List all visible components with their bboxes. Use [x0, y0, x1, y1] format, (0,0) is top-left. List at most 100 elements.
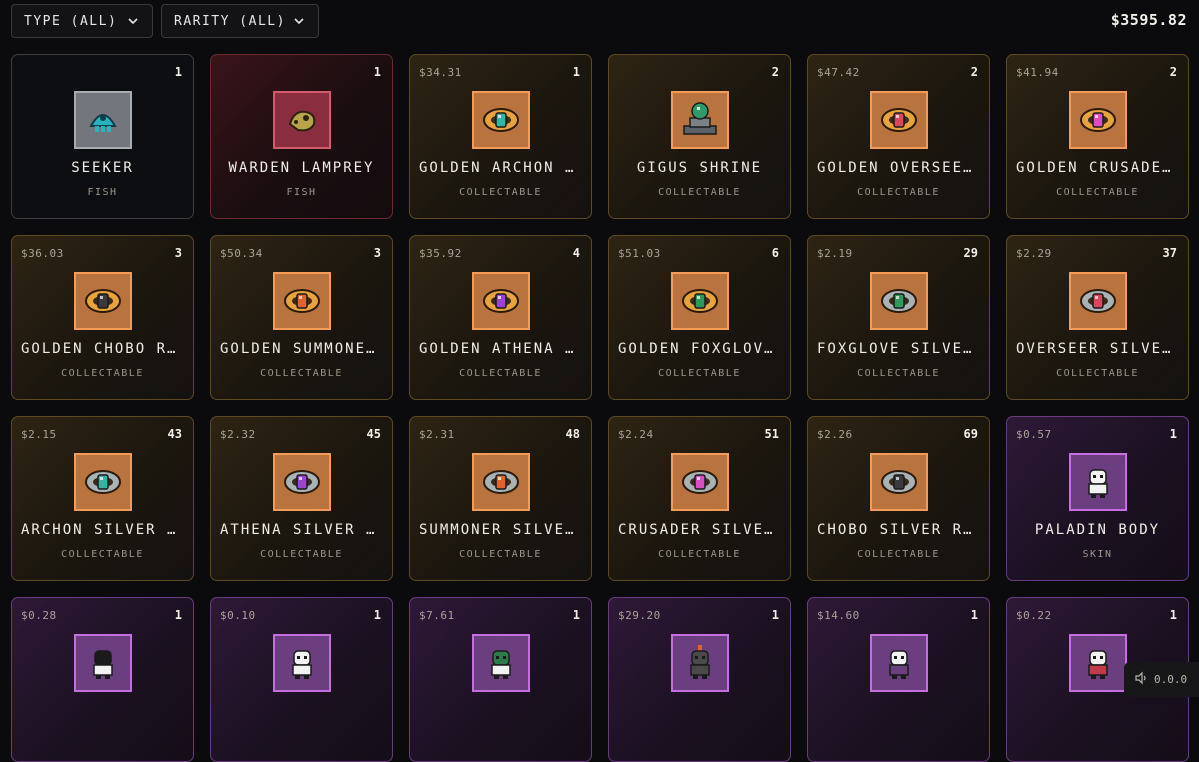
- silver-ring-icon: [472, 453, 530, 511]
- item-quantity: 2: [771, 65, 779, 79]
- item-quantity: 1: [1169, 427, 1177, 441]
- inventory-card[interactable]: $0.57 1 PALADIN BODY SKIN: [1006, 416, 1189, 581]
- item-price: $50.34: [220, 247, 263, 260]
- inventory-card[interactable]: $47.42 2 GOLDEN OVERSEER… COLLECTABLE: [807, 54, 990, 219]
- item-price: $2.15: [21, 428, 57, 441]
- inventory-card[interactable]: $35.92 4 GOLDEN ATHENA R… COLLECTABLE: [409, 235, 592, 400]
- item-quantity: 45: [366, 427, 381, 441]
- item-type: COLLECTABLE: [459, 187, 542, 198]
- type-filter-label: TYPE (ALL): [24, 13, 118, 29]
- golden-ring-icon: [870, 91, 928, 149]
- item-price: $7.61: [419, 609, 455, 622]
- inventory-card[interactable]: $2.32 45 ATHENA SILVER R… COLLECTABLE: [210, 416, 393, 581]
- inventory-card[interactable]: 2 GIGUS SHRINE COLLECTABLE: [608, 54, 791, 219]
- golden-ring-icon: [1069, 91, 1127, 149]
- skin-figure-icon: [671, 634, 729, 692]
- item-name: GOLDEN ATHENA R…: [419, 341, 582, 357]
- item-price: $2.24: [618, 428, 654, 441]
- item-name: GOLDEN OVERSEER…: [817, 160, 980, 176]
- item-price: $47.42: [817, 66, 860, 79]
- skin-figure-icon: [74, 634, 132, 692]
- inventory-card[interactable]: $41.94 2 GOLDEN CRUSADER… COLLECTABLE: [1006, 54, 1189, 219]
- wallet-balance: $3595.82: [1110, 11, 1187, 29]
- item-quantity: 1: [373, 608, 381, 622]
- item-name: ATHENA SILVER R…: [220, 522, 383, 538]
- item-quantity: 69: [963, 427, 978, 441]
- silver-ring-icon: [273, 453, 331, 511]
- chevron-down-icon: [292, 14, 306, 28]
- inventory-card[interactable]: $14.60 1: [807, 597, 990, 762]
- item-name: GIGUS SHRINE: [636, 160, 763, 176]
- inventory-card[interactable]: $2.31 48 SUMMONER SILVER… COLLECTABLE: [409, 416, 592, 581]
- inventory-card[interactable]: $2.26 69 CHOBO SILVER RI… COLLECTABLE: [807, 416, 990, 581]
- item-price: $29.20: [618, 609, 661, 622]
- chevron-down-icon: [126, 14, 140, 28]
- item-name: SEEKER: [71, 160, 134, 176]
- item-price: $35.92: [419, 247, 462, 260]
- inventory-card[interactable]: $50.34 3 GOLDEN SUMMONER… COLLECTABLE: [210, 235, 393, 400]
- inventory-card[interactable]: $0.28 1: [11, 597, 194, 762]
- inventory-card[interactable]: $2.15 43 ARCHON SILVER R… COLLECTABLE: [11, 416, 194, 581]
- silver-ring-icon: [671, 453, 729, 511]
- rarity-filter-label: RARITY (ALL): [174, 13, 286, 29]
- item-type: FISH: [286, 187, 317, 198]
- item-name: FOXGLOVE SILVER…: [817, 341, 980, 357]
- inventory-card[interactable]: $7.61 1: [409, 597, 592, 762]
- skin-figure-icon: [1069, 634, 1127, 692]
- item-name: GOLDEN FOXGLOVE…: [618, 341, 781, 357]
- item-price: $0.28: [21, 609, 57, 622]
- item-quantity: 1: [373, 65, 381, 79]
- inventory-card[interactable]: $2.24 51 CRUSADER SILVER… COLLECTABLE: [608, 416, 791, 581]
- inventory-card[interactable]: $34.31 1 GOLDEN ARCHON R… COLLECTABLE: [409, 54, 592, 219]
- lamprey-fish-icon: [273, 91, 331, 149]
- item-name: CHOBO SILVER RI…: [817, 522, 980, 538]
- item-name: GOLDEN SUMMONER…: [220, 341, 383, 357]
- item-price: $2.19: [817, 247, 853, 260]
- item-quantity: 37: [1162, 246, 1177, 260]
- item-quantity: 1: [572, 608, 580, 622]
- silver-ring-icon: [870, 453, 928, 511]
- inventory-card[interactable]: $29.20 1: [608, 597, 791, 762]
- item-name: OVERSEER SILVER…: [1016, 341, 1179, 357]
- item-type: COLLECTABLE: [1056, 368, 1139, 379]
- item-type: COLLECTABLE: [459, 368, 542, 379]
- inventory-card[interactable]: $36.03 3 GOLDEN CHOBO RI… COLLECTABLE: [11, 235, 194, 400]
- item-quantity: 1: [572, 65, 580, 79]
- volume-value: 0.0.0: [1154, 673, 1188, 686]
- item-name: GOLDEN CRUSADER…: [1016, 160, 1179, 176]
- item-quantity: 1: [174, 65, 182, 79]
- item-price: $0.10: [220, 609, 256, 622]
- item-quantity: 2: [1169, 65, 1177, 79]
- type-filter-dropdown[interactable]: TYPE (ALL): [11, 4, 153, 38]
- item-type: COLLECTABLE: [658, 549, 741, 560]
- skin-figure-icon: [472, 634, 530, 692]
- golden-ring-icon: [472, 272, 530, 330]
- rarity-filter-dropdown[interactable]: RARITY (ALL): [161, 4, 319, 38]
- inventory-card[interactable]: 1 SEEKER FISH: [11, 54, 194, 219]
- item-price: $2.32: [220, 428, 256, 441]
- item-price: $36.03: [21, 247, 64, 260]
- inventory-card[interactable]: $2.29 37 OVERSEER SILVER… COLLECTABLE: [1006, 235, 1189, 400]
- seeker-fish-icon: [74, 91, 132, 149]
- inventory-card[interactable]: $2.19 29 FOXGLOVE SILVER… COLLECTABLE: [807, 235, 990, 400]
- item-price: $0.22: [1016, 609, 1052, 622]
- item-quantity: 1: [1169, 608, 1177, 622]
- item-quantity: 1: [174, 608, 182, 622]
- inventory-card[interactable]: $0.10 1: [210, 597, 393, 762]
- silver-ring-icon: [1069, 272, 1127, 330]
- item-name: GOLDEN CHOBO RI…: [21, 341, 184, 357]
- item-quantity: 3: [373, 246, 381, 260]
- item-quantity: 4: [572, 246, 580, 260]
- golden-ring-icon: [74, 272, 132, 330]
- inventory-card[interactable]: 1 WARDEN LAMPREY FISH: [210, 54, 393, 219]
- item-quantity: 1: [970, 608, 978, 622]
- item-quantity: 1: [771, 608, 779, 622]
- item-type: COLLECTABLE: [61, 549, 144, 560]
- inventory-card[interactable]: $51.03 6 GOLDEN FOXGLOVE… COLLECTABLE: [608, 235, 791, 400]
- volume-control[interactable]: 0.0.0: [1124, 662, 1199, 697]
- golden-ring-icon: [671, 272, 729, 330]
- item-type: COLLECTABLE: [857, 549, 940, 560]
- item-name: SUMMONER SILVER…: [419, 522, 582, 538]
- item-quantity: 43: [167, 427, 182, 441]
- item-type: COLLECTABLE: [260, 549, 343, 560]
